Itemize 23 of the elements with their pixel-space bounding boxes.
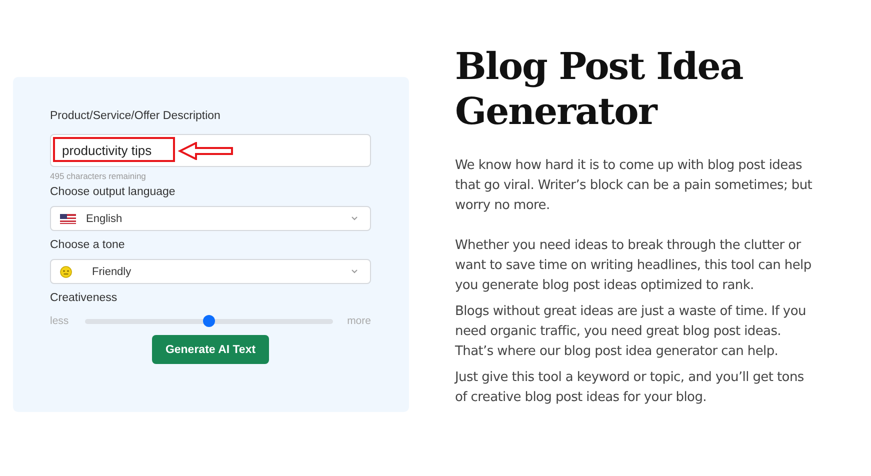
character-count: 495 characters remaining bbox=[50, 171, 147, 181]
generate-button[interactable]: Generate AI Text bbox=[152, 335, 269, 364]
chevron-icon bbox=[351, 216, 358, 221]
flag-icon bbox=[60, 214, 76, 224]
field-label: Product/Service/Offer Description bbox=[50, 110, 222, 122]
field-label: Choose a tone bbox=[50, 239, 126, 251]
smiley-icon bbox=[60, 266, 72, 278]
field-label: Creativeness bbox=[50, 292, 118, 304]
paragraph: We know how hard it is to come up with blog post ideas that go viral. Writer’s block can be a pain sometimes; but worry no more. bbox=[455, 157, 814, 215]
paragraph: Just give this tool a keyword or topic, and you’ll get tons of creative blog post ideas for your blog. bbox=[455, 369, 805, 407]
description-field[interactable]: productivity tips bbox=[50, 134, 371, 167]
paragraph: Blogs without great ideas are just a waste of time. If you need organic traffic, you need great blog post ideas. That’s where our blog post idea generator can help. bbox=[455, 303, 807, 361]
slider-thumb[interactable] bbox=[202, 315, 215, 327]
arrow-icon bbox=[178, 142, 234, 160]
chevron-icon bbox=[351, 269, 358, 274]
tone-select[interactable]: Friendly bbox=[50, 259, 371, 284]
paragraph: Whether you need ideas to break through the clutter or want to save time on writing headlines, this tool can help you generate blog post ideas optimized to rank. bbox=[455, 237, 812, 295]
field-label: Choose output language bbox=[50, 186, 176, 198]
field-value: productivity tips bbox=[62, 143, 152, 158]
language-select[interactable]: English bbox=[50, 206, 371, 231]
slider-min-label: less bbox=[50, 315, 69, 327]
page-title: Blog Post Idea Generator bbox=[455, 44, 744, 134]
slider-max-label: more bbox=[347, 315, 371, 327]
